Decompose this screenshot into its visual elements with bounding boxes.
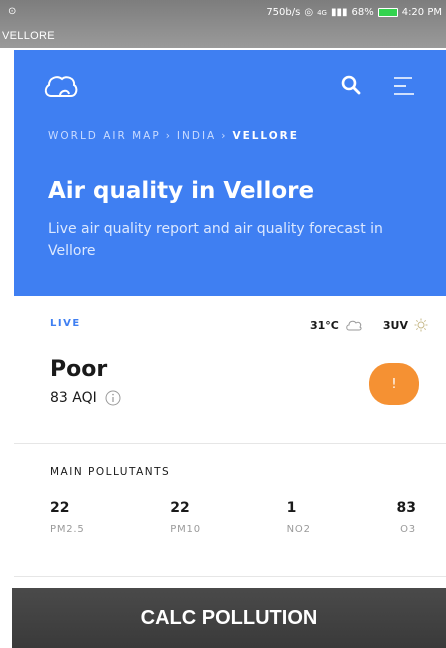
pollutant-name: NO2 — [286, 524, 311, 535]
aqi-value: 83 AQI — [50, 390, 97, 406]
clock: 4:20 PM — [401, 7, 442, 18]
pollutant-no2: 1 NO2 — [287, 500, 311, 535]
pollutants-row: 22 PM2.5 22 PM10 1 NO2 83 O3 — [50, 500, 416, 535]
page-title: Air quality in Vellore — [48, 178, 315, 204]
page-subtitle: Live air quality report and air quality … — [48, 221, 383, 259]
pollutant-name: O3 — [400, 524, 416, 535]
divider — [14, 576, 446, 577]
pollutant-name: PM2.5 — [50, 524, 85, 535]
pollutant-value: 1 — [286, 500, 297, 516]
pollutant-pm25: 22 PM2.5 — [50, 500, 85, 535]
network-speed: 750b/s — [266, 7, 301, 18]
app-title: VELLORE — [2, 30, 55, 42]
battery-percent: 68% — [351, 7, 374, 18]
status-bar: ⊙ 750b/s ◎ 4G ▮▮▮ 68% 4:20 PM VELLORE — [0, 0, 446, 48]
breadcrumb-separator: › — [165, 130, 172, 142]
calc-pollution-button[interactable]: CALC POLLUTION — [12, 588, 446, 648]
uv-index: 3UV — [382, 318, 408, 332]
breadcrumb-separator: › — [221, 130, 228, 142]
search-icon[interactable] — [340, 74, 362, 96]
main-pollutants-title: MAIN POLLUTANTS — [50, 466, 171, 478]
aqi-value-row: 83 AQI — [50, 390, 121, 406]
pollutant-pm10: 22 PM10 — [170, 500, 201, 535]
info-icon[interactable] — [105, 390, 121, 406]
pollutant-value: 22 — [50, 500, 70, 516]
sun-icon — [414, 318, 428, 332]
temperature: 31°C — [310, 318, 339, 332]
cloud-logo-icon[interactable] — [42, 72, 80, 100]
battery-icon — [377, 8, 398, 17]
live-label: LIVE — [50, 318, 81, 329]
divider — [14, 443, 446, 444]
pollutant-name: PM10 — [170, 524, 201, 535]
cloud-icon — [346, 320, 362, 331]
menu-icon[interactable] — [388, 72, 418, 100]
breadcrumb-world[interactable]: WORLD AIR MAP — [48, 130, 161, 142]
pollutant-value: 83 — [396, 500, 416, 516]
breadcrumb-india[interactable]: INDIA — [177, 130, 216, 142]
hero-header: WORLD AIR MAP › INDIA › VELLORE Air quality … — [14, 50, 446, 296]
aqi-status-badge: ! — [369, 363, 419, 405]
signal-icon: ▮▮▮ — [330, 7, 348, 18]
pollutant-o3: 83 O3 — [396, 500, 415, 535]
signal-label: 4G — [317, 8, 327, 17]
weather-summary: 31°C 3UV — [310, 318, 428, 332]
sync-icon: ⊙ — [8, 6, 17, 17]
pollutant-value: 22 — [170, 500, 190, 516]
breadcrumb: WORLD AIR MAP › INDIA › VELLORE — [48, 130, 299, 142]
air-quality-status: Poor — [50, 357, 108, 382]
wifi-icon: ◎ — [304, 7, 314, 18]
breadcrumb-vellore: VELLORE — [232, 130, 299, 142]
status-indicators: 750b/s ◎ 4G ▮▮▮ 68% 4:20 PM — [266, 7, 442, 18]
